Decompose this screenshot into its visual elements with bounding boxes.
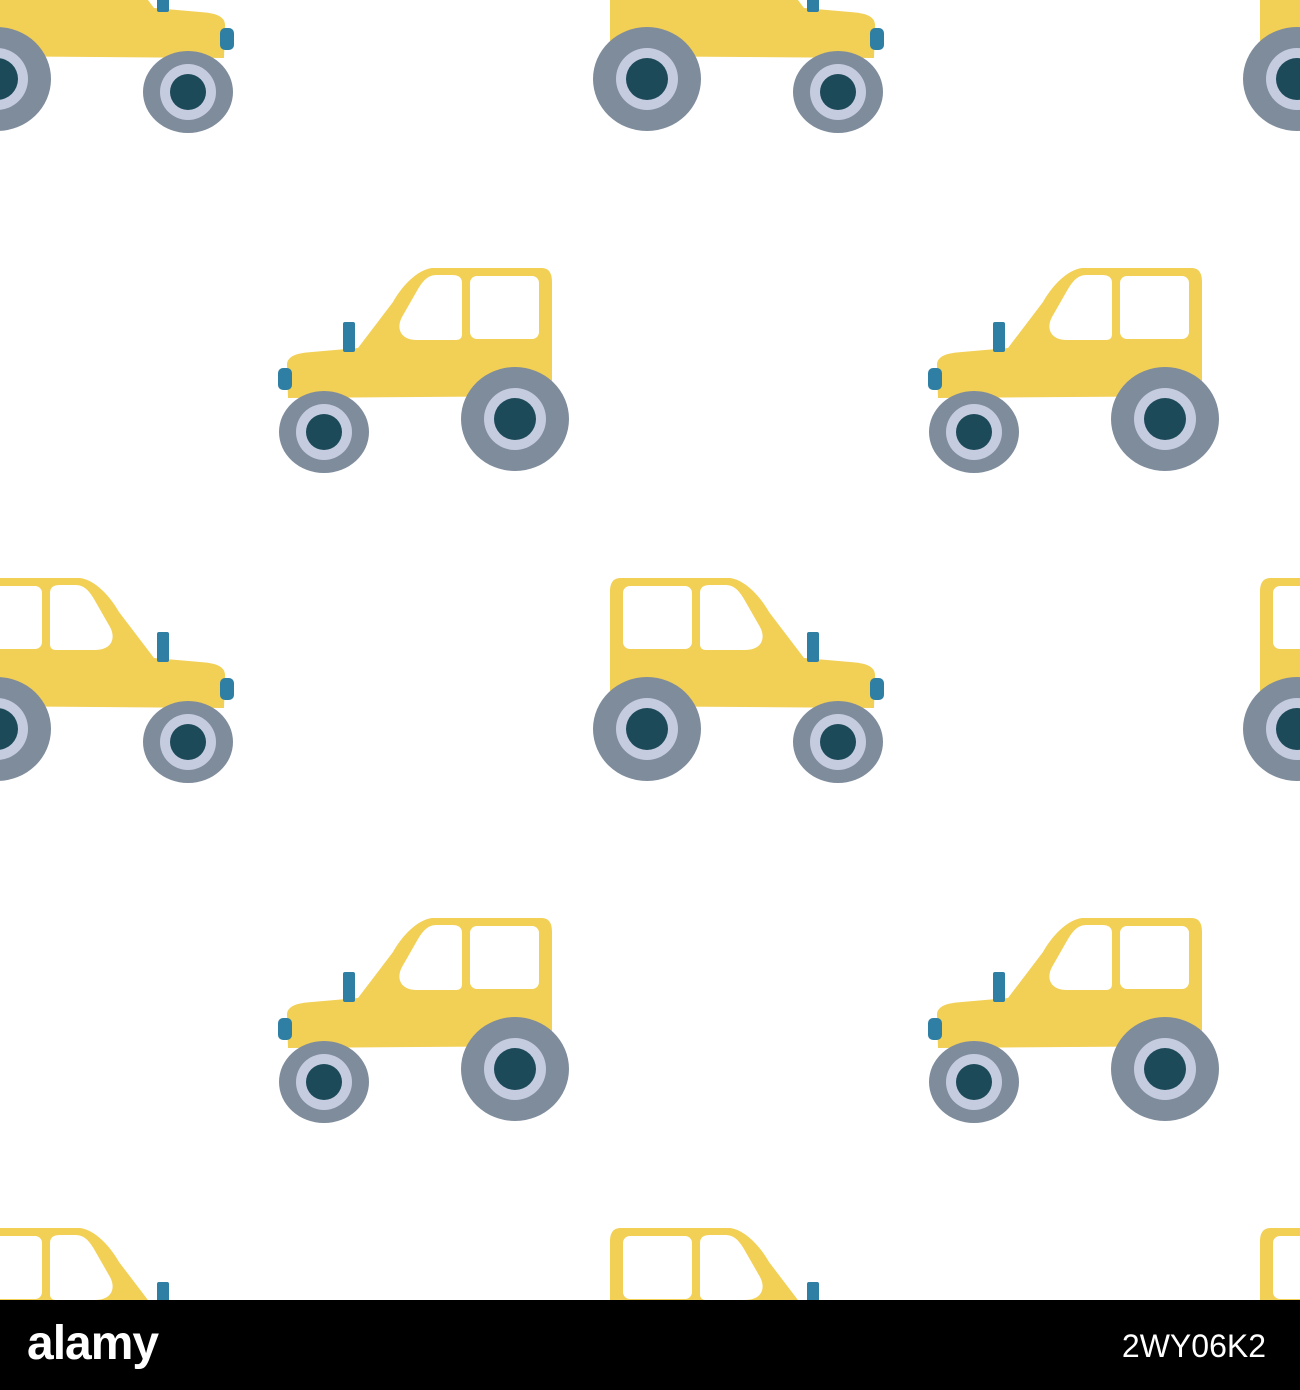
tractor-icon [0, 0, 234, 133]
tractor-icon [928, 918, 1219, 1123]
tractor-icon [593, 1228, 884, 1300]
tractor-icon [1243, 578, 1300, 783]
alamy-logo[interactable]: alamy [27, 1316, 159, 1372]
tractor-icon [0, 1228, 234, 1300]
image-id-label: 2WY06K2 [1121, 1328, 1266, 1364]
tractor-icon [1243, 0, 1300, 133]
tractor-pattern: .body{fill:#f2cf55}.window{fill:#ffffff}… [0, 0, 1300, 1300]
tractor-pattern-svg: .body{fill:#f2cf55}.window{fill:#ffffff}… [0, 0, 1300, 1300]
alamy-footer: alamy 2WY06K2 [0, 1300, 1300, 1390]
tractor-icon [278, 268, 569, 473]
tractor-icon [1243, 1228, 1300, 1300]
tractor-icon [278, 918, 569, 1123]
tractor-icon [593, 0, 884, 133]
tractor-icon [593, 578, 884, 783]
tractor-icon [928, 268, 1219, 473]
tractor-icon [0, 578, 234, 783]
